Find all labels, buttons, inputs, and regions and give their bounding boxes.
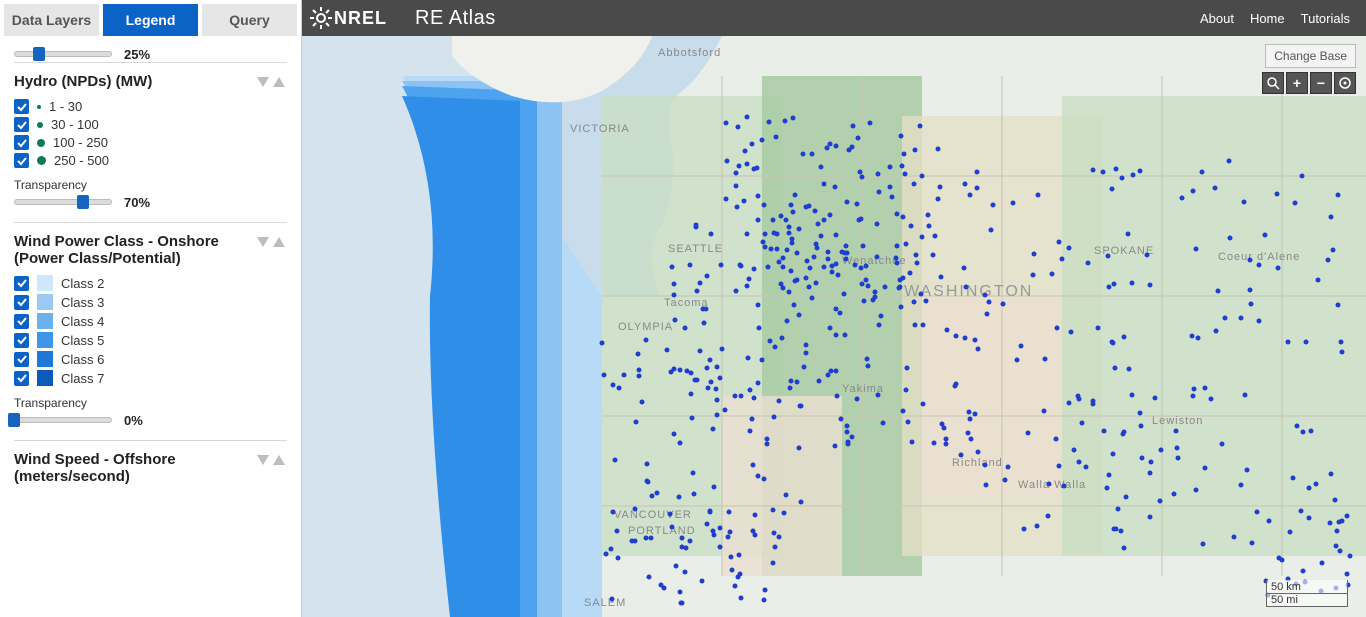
legend-item-label: Class 4 — [61, 314, 104, 329]
color-swatch — [37, 275, 53, 291]
legend-item-label: 250 - 500 — [54, 153, 109, 168]
svg-text:OLYMPIA: OLYMPIA — [618, 321, 673, 333]
transparency-slider-hydro[interactable] — [14, 194, 112, 210]
legend-item: 250 - 500 — [14, 153, 287, 168]
map-canvas[interactable]: WASHINGTON Abbotsford VICTORIA SEATTLE T… — [302, 36, 1366, 617]
app-title: RE Atlas — [415, 7, 496, 30]
legend-section-hydro: Hydro (NPDs) (MW) 1 - 30 30 - 100 100 - 25… — [14, 62, 287, 222]
legend-item: Class 5 — [14, 332, 287, 348]
move-down-icon[interactable] — [255, 451, 271, 469]
link-tutorials[interactable]: Tutorials — [1301, 11, 1350, 26]
legend-item: 1 - 30 — [14, 99, 287, 114]
dot-swatch — [37, 139, 45, 147]
sidebar: Data Layers Legend Query 25% Hydro (NPDs… — [0, 0, 302, 617]
legend-section-wind-onshore: Wind Power Class - Onshore (Power Class/… — [14, 222, 287, 440]
legend-item: 30 - 100 — [14, 117, 287, 132]
color-swatch — [37, 370, 53, 386]
legend-panel[interactable]: 25% Hydro (NPDs) (MW) 1 - 30 30 - 100 100 … — [0, 36, 301, 617]
checkbox[interactable] — [14, 153, 29, 168]
nrel-logo: NREL — [310, 7, 387, 29]
scale-bar: 50 km 50 mi — [1266, 580, 1348, 607]
top-links: About Home Tutorials — [1200, 11, 1350, 26]
dot-swatch — [37, 156, 46, 165]
link-home[interactable]: Home — [1250, 11, 1285, 26]
legend-item: 100 - 250 — [14, 135, 287, 150]
svg-text:SEATTLE: SEATTLE — [668, 243, 723, 255]
legend-item-label: 100 - 250 — [53, 135, 108, 150]
zoom-out-button[interactable]: − — [1310, 72, 1332, 94]
svg-text:Coeur d'Alene: Coeur d'Alene — [1218, 251, 1300, 263]
reorder-arrows — [255, 73, 287, 91]
reorder-arrows — [255, 451, 287, 469]
transparency-label: Transparency — [14, 178, 287, 192]
dot-swatch — [37, 122, 43, 128]
svg-text:Richland: Richland — [952, 457, 1003, 469]
svg-text:Lewiston: Lewiston — [1152, 415, 1203, 427]
legend-item: Class 4 — [14, 313, 287, 329]
reorder-arrows — [255, 233, 287, 251]
transparency-label: Transparency — [14, 396, 287, 410]
checkbox[interactable] — [14, 295, 29, 310]
tab-legend[interactable]: Legend — [103, 4, 198, 36]
dot-swatch — [37, 105, 41, 109]
legend-section-wind-offshore: Wind Speed - Offshore (meters/second) — [14, 440, 287, 505]
checkbox[interactable] — [14, 333, 29, 348]
legend-item: Class 7 — [14, 370, 287, 386]
color-swatch — [37, 351, 53, 367]
svg-text:VANCOUVER: VANCOUVER — [614, 509, 692, 521]
link-about[interactable]: About — [1200, 11, 1234, 26]
transparency-slider-wind-onshore[interactable] — [14, 412, 112, 428]
checkbox[interactable] — [14, 135, 29, 150]
legend-item-label: Class 5 — [61, 333, 104, 348]
zoom-in-button[interactable]: + — [1286, 72, 1308, 94]
transparency-slider-prev[interactable] — [14, 46, 112, 62]
move-up-icon[interactable] — [271, 73, 287, 91]
change-base-button[interactable]: Change Base — [1265, 44, 1356, 68]
section-title: Hydro (NPDs) (MW) — [14, 73, 152, 90]
legend-item-label: 1 - 30 — [49, 99, 82, 114]
transparency-value: 25% — [124, 47, 150, 62]
legend-item: Class 6 — [14, 351, 287, 367]
color-swatch — [37, 313, 53, 329]
color-swatch — [37, 294, 53, 310]
legend-item: Class 3 — [14, 294, 287, 310]
move-up-icon[interactable] — [271, 451, 287, 469]
map-area[interactable]: NREL RE Atlas About Home Tutorials Chang… — [302, 0, 1366, 617]
transparency-value: 70% — [124, 195, 150, 210]
zoom-box-button[interactable] — [1262, 72, 1284, 94]
legend-item-label: Class 6 — [61, 352, 104, 367]
color-swatch — [37, 332, 53, 348]
checkbox[interactable] — [14, 371, 29, 386]
svg-text:WASHINGTON: WASHINGTON — [904, 283, 1033, 300]
move-down-icon[interactable] — [255, 233, 271, 251]
svg-text:VICTORIA: VICTORIA — [570, 123, 630, 135]
legend-item: Class 2 — [14, 275, 287, 291]
legend-item-label: Class 2 — [61, 276, 104, 291]
svg-text:Walla Walla: Walla Walla — [1018, 479, 1086, 491]
map-controls: Change Base + − — [1262, 44, 1356, 94]
checkbox[interactable] — [14, 99, 29, 114]
transparency-value: 0% — [124, 413, 143, 428]
svg-text:PORTLAND: PORTLAND — [628, 525, 696, 537]
top-bar: NREL RE Atlas About Home Tutorials — [302, 0, 1366, 36]
legend-item-label: Class 7 — [61, 371, 104, 386]
zoom-extent-button[interactable] — [1334, 72, 1356, 94]
svg-text:SALEM: SALEM — [584, 597, 626, 609]
move-up-icon[interactable] — [271, 233, 287, 251]
tab-query[interactable]: Query — [202, 4, 297, 36]
checkbox[interactable] — [14, 352, 29, 367]
legend-item-label: 30 - 100 — [51, 117, 99, 132]
tab-data-layers[interactable]: Data Layers — [4, 4, 99, 36]
legend-item-label: Class 3 — [61, 295, 104, 310]
checkbox[interactable] — [14, 117, 29, 132]
checkbox[interactable] — [14, 276, 29, 291]
section-title: Wind Speed - Offshore (meters/second) — [14, 451, 234, 485]
move-down-icon[interactable] — [255, 73, 271, 91]
svg-text:Abbotsford: Abbotsford — [658, 47, 721, 59]
tab-bar: Data Layers Legend Query — [0, 0, 301, 36]
section-title: Wind Power Class - Onshore (Power Class/… — [14, 233, 234, 267]
checkbox[interactable] — [14, 314, 29, 329]
